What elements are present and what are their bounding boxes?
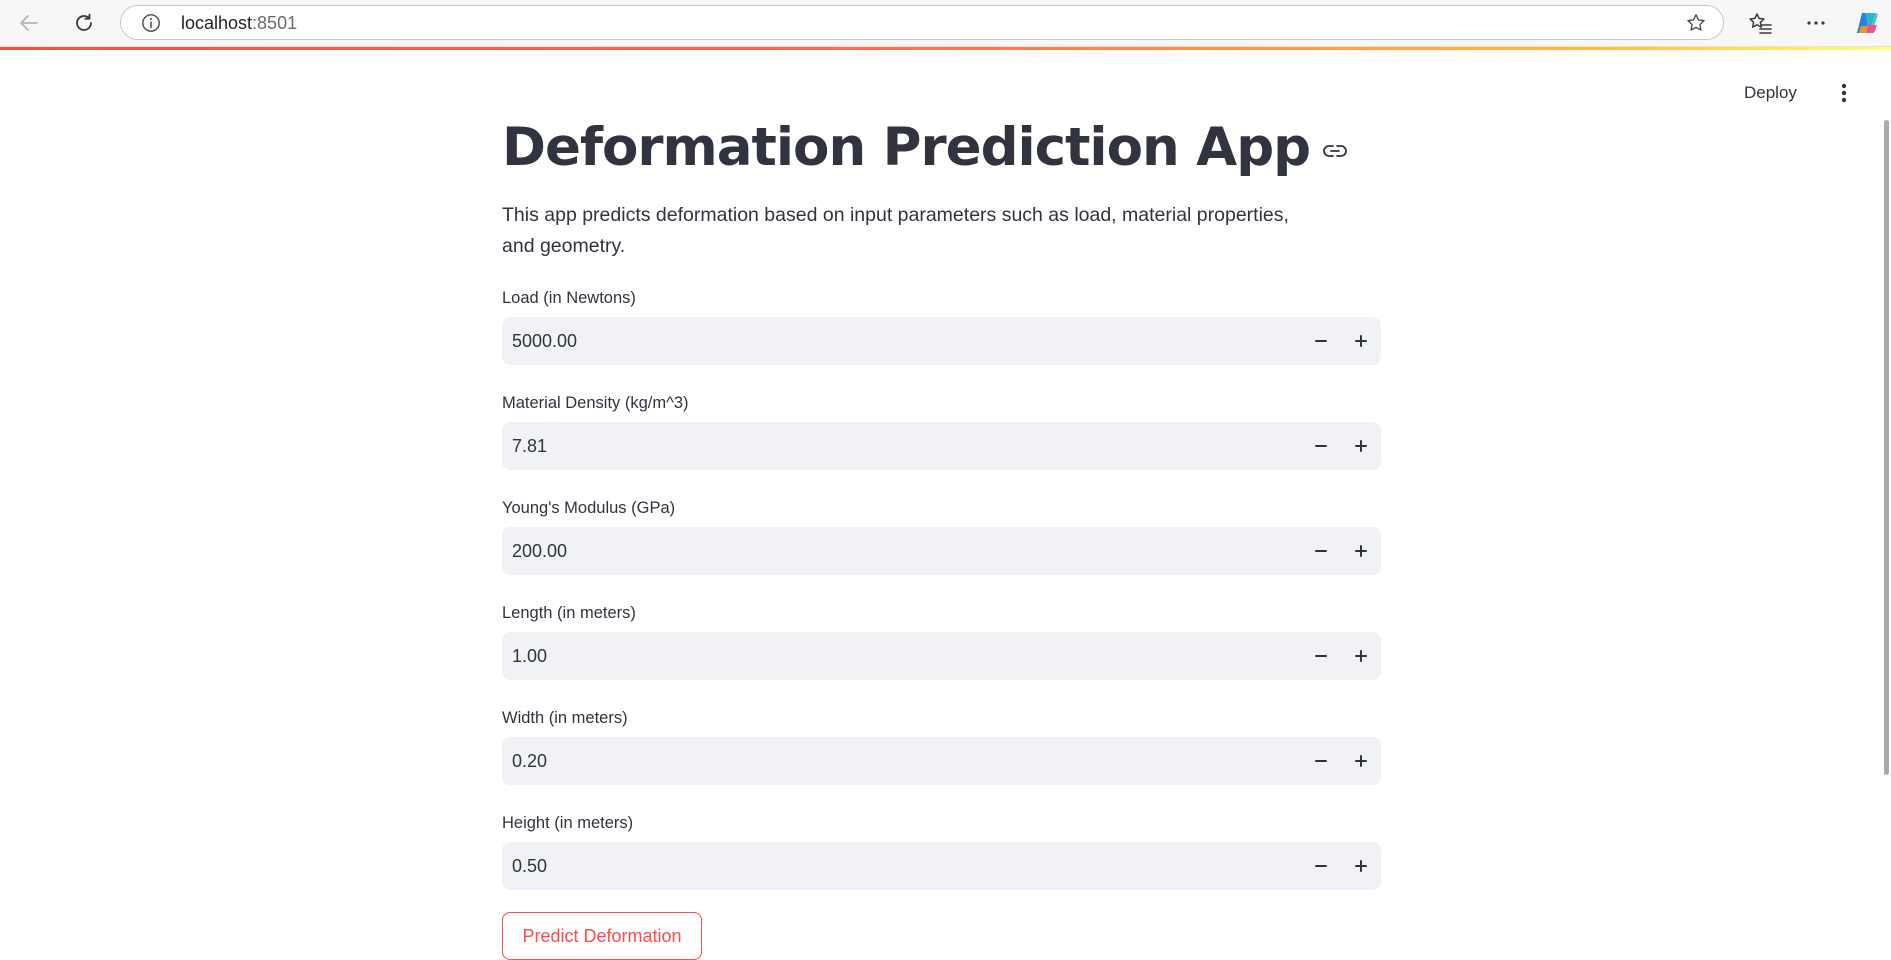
height-input[interactable] <box>512 842 1272 890</box>
field-label-youngs-modulus: Young's Modulus (GPa) <box>502 499 676 517</box>
predict-deformation-button[interactable]: Predict Deformation <box>502 912 702 960</box>
field-width: Width (in meters) <box>502 708 1381 785</box>
field-label-width: Width (in meters) <box>502 709 628 727</box>
title-row: Deformation Prediction App <box>502 112 1348 182</box>
youngs-modulus-decrement-button[interactable] <box>1301 527 1341 575</box>
load-decrement-button[interactable] <box>1301 317 1341 365</box>
app-description: This app predicts deformation based on i… <box>502 204 1289 257</box>
back-button[interactable] <box>12 6 46 40</box>
copilot-button[interactable] <box>1850 6 1884 40</box>
number-input-load <box>502 317 1381 365</box>
refresh-icon <box>76 13 92 31</box>
width-increment-button[interactable] <box>1341 737 1381 785</box>
height-decrement-button[interactable] <box>1301 842 1341 890</box>
deploy-button[interactable]: Deploy <box>1740 80 1801 106</box>
back-arrow-icon <box>20 15 38 31</box>
refresh-button[interactable] <box>67 6 101 40</box>
load-increment-button[interactable] <box>1341 317 1381 365</box>
field-length: Length (in meters) <box>502 603 1381 680</box>
info-icon[interactable] <box>141 13 161 33</box>
minus-icon <box>1315 340 1327 342</box>
url-port: :8501 <box>252 13 298 33</box>
width-input[interactable] <box>512 737 1272 785</box>
main-menu-button[interactable] <box>1830 78 1858 108</box>
url-host: localhost <box>181 13 253 33</box>
field-label-load: Load (in Newtons) <box>502 289 636 307</box>
page-title: Deformation Prediction App <box>502 116 1311 178</box>
url-text[interactable]: localhost:8501 <box>181 13 297 33</box>
field-label-length: Length (in meters) <box>502 604 636 622</box>
number-input-youngs-modulus <box>502 527 1381 575</box>
youngs-modulus-increment-button[interactable] <box>1341 527 1381 575</box>
plus-icon <box>1355 650 1367 662</box>
copilot-icon <box>1857 13 1878 33</box>
length-increment-button[interactable] <box>1341 632 1381 680</box>
width-decrement-button[interactable] <box>1301 737 1341 785</box>
menu-icon <box>1841 83 1847 103</box>
scrollbar[interactable] <box>1884 120 1889 775</box>
minus-icon <box>1315 655 1327 657</box>
more-button[interactable] <box>1799 6 1833 40</box>
minus-icon <box>1315 445 1327 447</box>
page-loading-bar <box>0 47 1891 50</box>
number-input-height <box>502 842 1381 890</box>
length-input[interactable] <box>512 632 1272 680</box>
field-youngs-modulus: Young's Modulus (GPa) <box>502 498 1381 575</box>
title-anchor-link[interactable] <box>1322 138 1348 164</box>
length-decrement-button[interactable] <box>1301 632 1341 680</box>
number-input-material-density <box>502 422 1381 470</box>
address-bar[interactable]: localhost:8501 <box>120 5 1724 40</box>
minus-icon <box>1315 865 1327 867</box>
minus-icon <box>1315 760 1327 762</box>
plus-icon <box>1355 860 1367 872</box>
minus-icon <box>1315 550 1327 552</box>
number-input-width <box>502 737 1381 785</box>
plus-icon <box>1355 545 1367 557</box>
material-density-increment-button[interactable] <box>1341 422 1381 470</box>
plus-icon <box>1355 755 1367 767</box>
favorites-icon <box>1749 13 1772 34</box>
star-icon[interactable] <box>1685 12 1707 34</box>
plus-icon <box>1355 335 1367 347</box>
number-input-length <box>502 632 1381 680</box>
more-icon <box>1807 21 1825 25</box>
field-label-height: Height (in meters) <box>502 814 634 832</box>
field-height: Height (in meters) <box>502 813 1381 890</box>
material-density-input[interactable] <box>512 422 1272 470</box>
field-label-material-density: Material Density (kg/m^3) <box>502 394 689 412</box>
favorites-button[interactable] <box>1744 6 1778 40</box>
link-icon <box>1323 145 1347 157</box>
height-increment-button[interactable] <box>1341 842 1381 890</box>
youngs-modulus-input[interactable] <box>512 527 1272 575</box>
plus-icon <box>1355 440 1367 452</box>
material-density-decrement-button[interactable] <box>1301 422 1341 470</box>
browser-toolbar: localhost:8501 <box>0 0 1891 47</box>
field-load: Load (in Newtons) <box>502 288 1381 365</box>
load-input[interactable] <box>512 317 1272 365</box>
field-material-density: Material Density (kg/m^3) <box>502 393 1381 470</box>
